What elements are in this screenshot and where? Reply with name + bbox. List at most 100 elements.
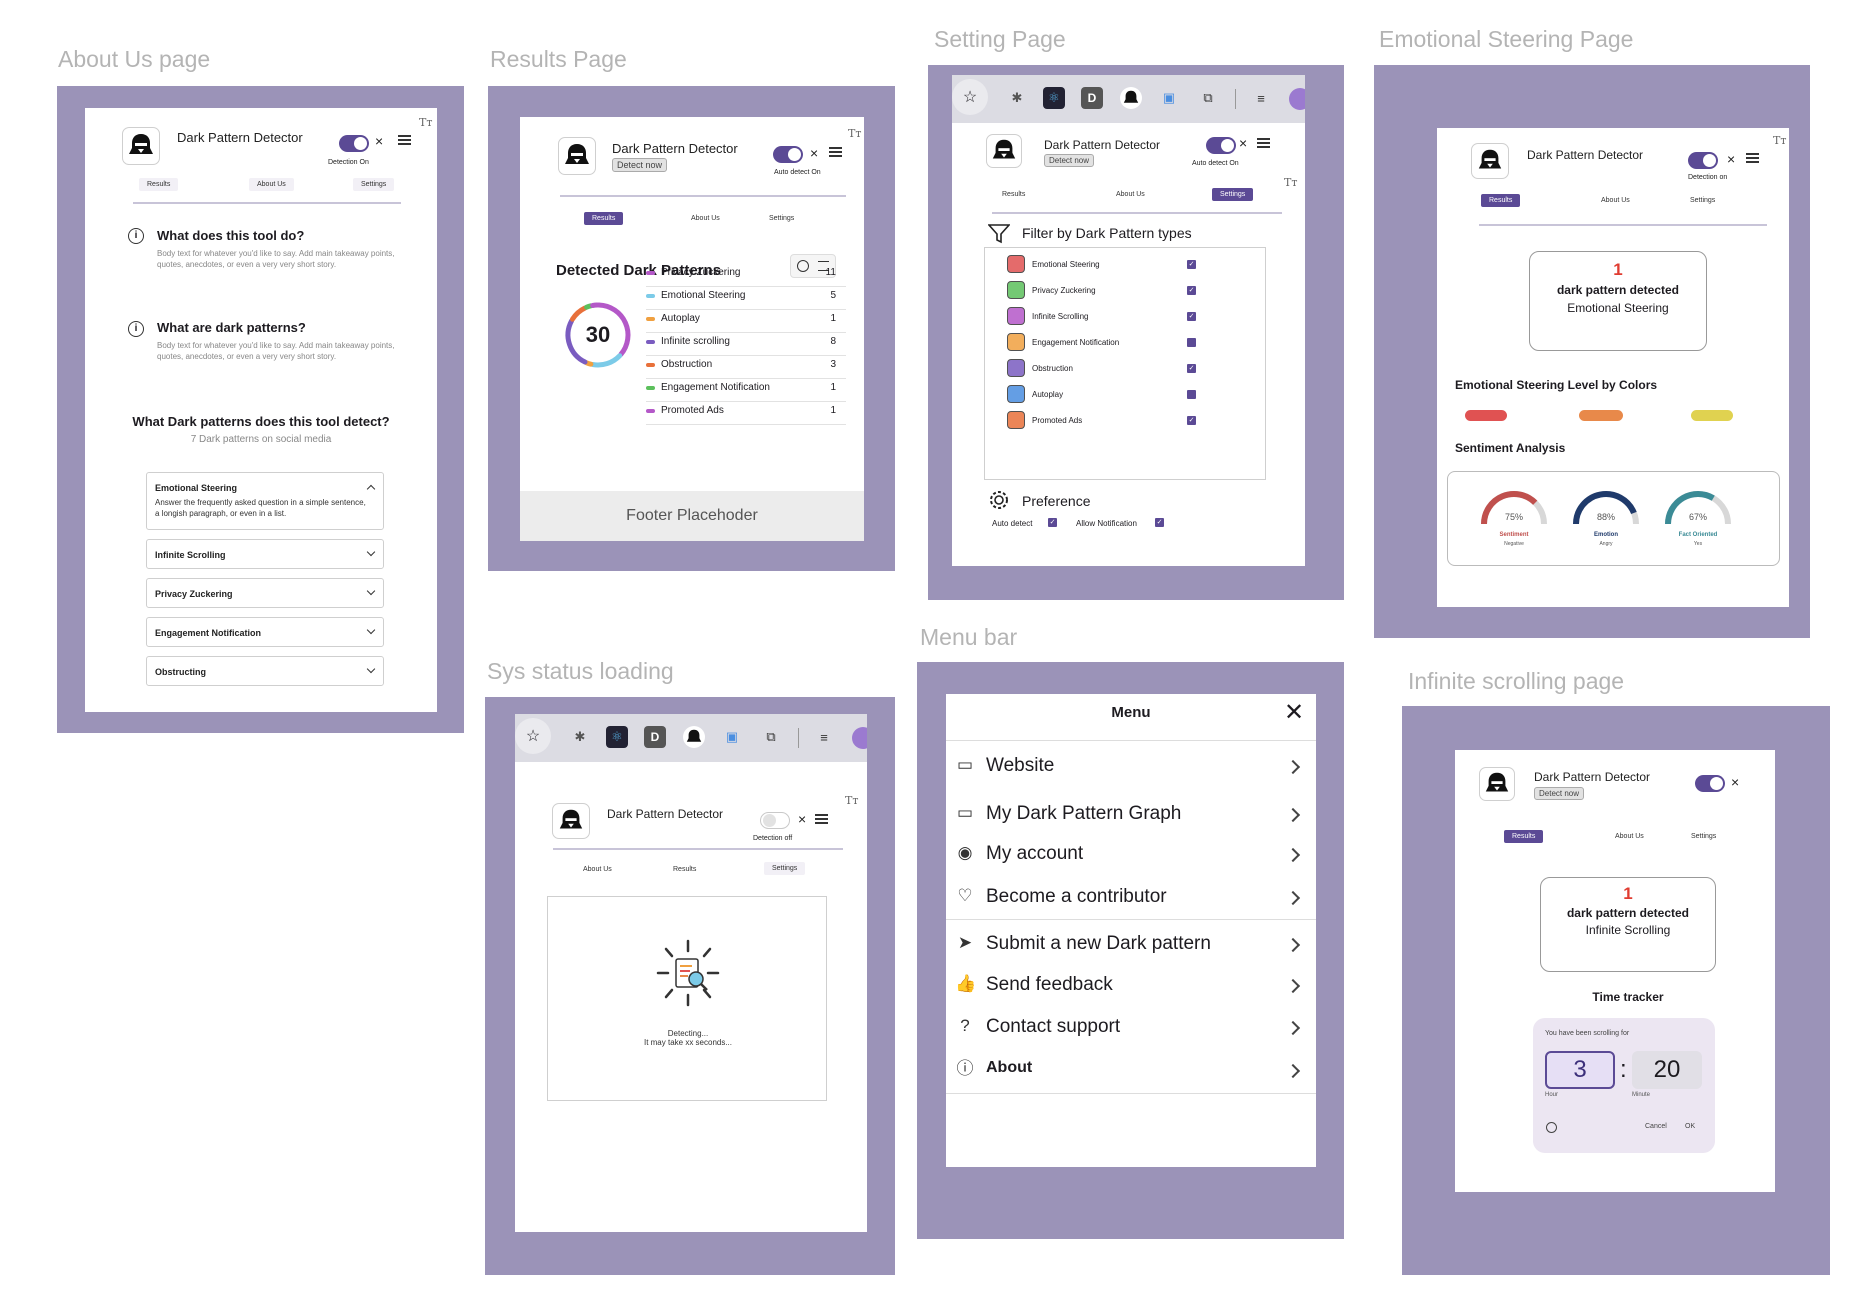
text-size-icon[interactable]: Tт bbox=[848, 127, 861, 140]
tab-about[interactable]: About Us bbox=[1593, 194, 1638, 207]
tab-about[interactable]: About Us bbox=[249, 178, 294, 191]
accordion-item[interactable]: Obstructing bbox=[146, 656, 384, 686]
accordion-item[interactable]: Infinite Scrolling bbox=[146, 539, 384, 569]
menu-icon[interactable] bbox=[398, 135, 411, 145]
detection-toggle[interactable] bbox=[760, 812, 790, 829]
tab-results[interactable]: Results bbox=[1481, 194, 1521, 207]
tab-settings[interactable]: Settings bbox=[353, 178, 395, 191]
close-icon[interactable]: × bbox=[1727, 152, 1735, 166]
filter-row[interactable]: Privacy Zuckering ✓ bbox=[985, 279, 1267, 303]
result-row[interactable]: Privacy Zuckering 11 bbox=[646, 267, 846, 287]
filter-row[interactable]: Infinite Scrolling ✓ bbox=[985, 305, 1267, 329]
filter-checkbox[interactable] bbox=[1187, 390, 1196, 399]
detection-toggle[interactable] bbox=[1688, 152, 1718, 169]
tab-results[interactable]: Results bbox=[665, 863, 704, 876]
filter-row[interactable]: Autoplay bbox=[985, 383, 1267, 407]
filter-row[interactable]: Engagement Notification bbox=[985, 331, 1267, 355]
detect-now-button[interactable]: Detect now bbox=[612, 158, 668, 172]
d-extension-icon[interactable]: D bbox=[1081, 87, 1103, 109]
result-row[interactable]: Autoplay 1 bbox=[646, 313, 846, 333]
star-icon[interactable]: ☆ bbox=[515, 718, 551, 754]
ghost-icon[interactable]: ▣ bbox=[1158, 87, 1180, 109]
text-size-icon[interactable]: Tт bbox=[419, 116, 432, 129]
bug-icon[interactable]: ✱ bbox=[1006, 87, 1028, 109]
playlist-icon[interactable]: ≡ bbox=[1250, 87, 1272, 109]
menu-icon[interactable] bbox=[1746, 153, 1759, 163]
menu-item[interactable]: ▭ Website bbox=[946, 752, 1316, 784]
filter-checkbox[interactable]: ✓ bbox=[1187, 260, 1196, 269]
tab-about[interactable]: About Us bbox=[575, 863, 620, 876]
detect-now-button[interactable]: Detect now bbox=[1534, 787, 1585, 800]
auto-detect-toggle[interactable] bbox=[773, 146, 803, 163]
detection-toggle[interactable] bbox=[1695, 775, 1725, 792]
filter-checkbox[interactable] bbox=[1187, 338, 1196, 347]
tab-about[interactable]: About Us bbox=[683, 212, 728, 225]
darth-vader-extension-icon[interactable] bbox=[1120, 87, 1142, 109]
chevron-down-icon[interactable] bbox=[366, 664, 376, 674]
tab-settings[interactable]: Settings bbox=[761, 212, 802, 225]
menu-item[interactable]: ♡ Become a contributor bbox=[946, 883, 1316, 915]
clock-icon[interactable] bbox=[1546, 1122, 1557, 1133]
filter-row[interactable]: Emotional Steering ✓ bbox=[985, 253, 1267, 277]
tab-settings[interactable]: Settings bbox=[1212, 188, 1254, 201]
filter-checkbox[interactable]: ✓ bbox=[1187, 312, 1196, 321]
tab-results[interactable]: Results bbox=[1504, 830, 1544, 843]
close-icon[interactable]: × bbox=[798, 812, 806, 826]
chevron-up-icon[interactable] bbox=[366, 484, 376, 494]
detection-toggle[interactable] bbox=[339, 135, 369, 152]
pref-auto-detect-checkbox[interactable]: ✓ bbox=[1048, 518, 1057, 527]
star-icon[interactable]: ☆ bbox=[952, 79, 988, 115]
avatar[interactable] bbox=[1289, 88, 1305, 110]
menu-icon[interactable] bbox=[829, 147, 842, 157]
accordion-item[interactable]: Privacy Zuckering bbox=[146, 578, 384, 608]
close-icon[interactable]: × bbox=[810, 146, 818, 160]
bug-icon[interactable]: ✱ bbox=[569, 726, 591, 748]
accordion-item[interactable]: Engagement Notification bbox=[146, 617, 384, 647]
result-row[interactable]: Infinite scrolling 8 bbox=[646, 336, 846, 356]
menu-item[interactable]: 👍 Send feedback bbox=[946, 971, 1316, 1003]
avatar[interactable] bbox=[852, 727, 867, 749]
react-icon[interactable]: ⚛ bbox=[1043, 87, 1065, 109]
cancel-button[interactable]: Cancel bbox=[1645, 1123, 1667, 1130]
tab-settings[interactable]: Settings bbox=[764, 862, 806, 875]
menu-item[interactable]: ⓘ About bbox=[946, 1056, 1316, 1088]
menu-icon[interactable] bbox=[815, 814, 828, 824]
close-icon[interactable]: × bbox=[1239, 136, 1247, 150]
close-icon[interactable]: × bbox=[375, 134, 383, 148]
react-icon[interactable]: ⚛ bbox=[606, 726, 628, 748]
text-size-icon[interactable]: Tт bbox=[1284, 176, 1297, 189]
menu-item[interactable]: ➤ Submit a new Dark pattern bbox=[946, 930, 1316, 962]
puzzle-icon[interactable]: ⧉ bbox=[1197, 87, 1219, 109]
tab-results[interactable]: Results bbox=[139, 178, 179, 191]
filter-checkbox[interactable]: ✓ bbox=[1187, 286, 1196, 295]
pref-allow-notification-checkbox[interactable]: ✓ bbox=[1155, 518, 1164, 527]
playlist-icon[interactable]: ≡ bbox=[813, 726, 835, 748]
puzzle-icon[interactable]: ⧉ bbox=[760, 726, 782, 748]
result-row[interactable]: Engagement Notification 1 bbox=[646, 382, 846, 402]
filter-row[interactable]: Obstruction ✓ bbox=[985, 357, 1267, 381]
accordion-item-open[interactable]: Emotional Steering Answer the frequently… bbox=[146, 472, 384, 530]
auto-detect-toggle[interactable] bbox=[1206, 137, 1236, 154]
chevron-down-icon[interactable] bbox=[366, 586, 376, 596]
filter-checkbox[interactable]: ✓ bbox=[1187, 364, 1196, 373]
filter-row[interactable]: Promoted Ads ✓ bbox=[985, 409, 1267, 433]
result-row[interactable]: Obstruction 3 bbox=[646, 359, 846, 379]
filter-checkbox[interactable]: ✓ bbox=[1187, 416, 1196, 425]
ok-button[interactable]: OK bbox=[1685, 1123, 1695, 1130]
tab-results[interactable]: Results bbox=[994, 188, 1033, 201]
chevron-down-icon[interactable] bbox=[366, 547, 376, 557]
chevron-down-icon[interactable] bbox=[366, 625, 376, 635]
d-extension-icon[interactable]: D bbox=[644, 726, 666, 748]
menu-item[interactable]: ▭ My Dark Pattern Graph bbox=[946, 800, 1316, 832]
ghost-icon[interactable]: ▣ bbox=[721, 726, 743, 748]
text-size-icon[interactable]: Tт bbox=[845, 794, 858, 807]
text-size-icon[interactable]: Tт bbox=[1773, 134, 1786, 147]
menu-close-icon[interactable]: ✕ bbox=[1284, 701, 1304, 725]
menu-item[interactable]: ? Contact support bbox=[946, 1013, 1316, 1045]
tab-about[interactable]: About Us bbox=[1607, 830, 1652, 843]
tab-settings[interactable]: Settings bbox=[1682, 194, 1723, 207]
menu-icon[interactable] bbox=[1257, 138, 1270, 148]
hours-input[interactable]: 3 bbox=[1545, 1051, 1615, 1089]
minutes-input[interactable]: 20 bbox=[1632, 1051, 1702, 1089]
darth-vader-extension-icon[interactable] bbox=[683, 726, 705, 748]
